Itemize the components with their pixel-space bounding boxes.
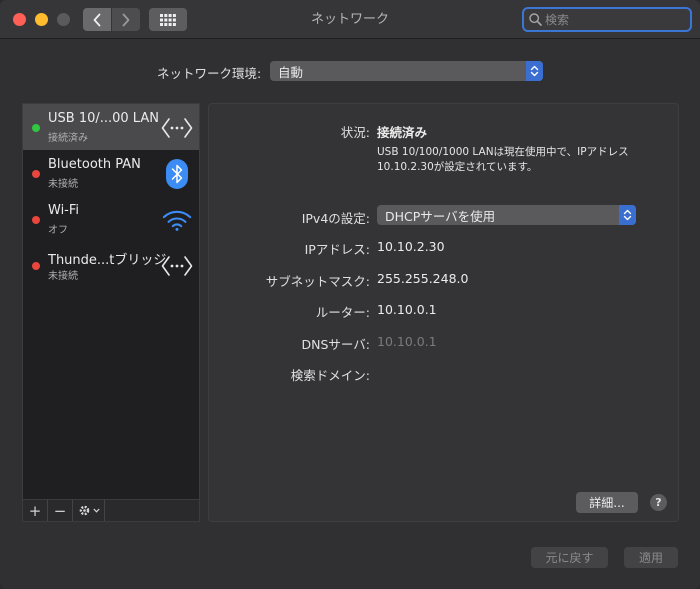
ip-address-label: IPアドレス: — [304, 242, 370, 257]
service-name: Thunde...tブリッジ — [48, 253, 167, 268]
show-all-button[interactable] — [149, 8, 187, 31]
search-icon — [529, 13, 542, 26]
ipv4-config-label: IPv4の設定: — [301, 211, 370, 226]
service-list-toolbar: + − — [22, 500, 200, 522]
minimize-window-button[interactable] — [35, 13, 48, 26]
service-item-usb-lan[interactable]: USB 10/...00 LAN 接続済み — [23, 104, 199, 150]
status-dot — [32, 170, 40, 178]
service-name: Bluetooth PAN — [48, 157, 141, 172]
chevron-down-icon — [92, 508, 100, 513]
service-status: オフ — [48, 225, 68, 236]
subnet-mask-label: サブネットマスク: — [265, 274, 370, 289]
subnet-mask-value: 255.255.248.0 — [377, 271, 469, 286]
service-name: Wi-Fi — [48, 203, 80, 218]
network-preferences-window: ネットワーク ネットワーク環境: 自動 USB 10/...00 LAN 接続済… — [0, 0, 700, 589]
dns-server-label: DNSサーバ: — [301, 337, 371, 352]
grid-icon — [160, 13, 176, 26]
status-label: 状況: — [340, 125, 370, 140]
service-name: USB 10/...00 LAN — [48, 111, 159, 126]
ipv4-config-value: DHCPサーバを使用 — [385, 208, 496, 224]
service-status: 未接続 — [48, 271, 78, 282]
status-description: USB 10/100/1000 LANは現在使用中で、IPアドレス10.10.2… — [377, 146, 629, 173]
ethernet-arrows-icon — [161, 251, 193, 281]
close-window-button[interactable] — [13, 13, 26, 26]
remove-service-button[interactable]: − — [48, 500, 73, 521]
service-status: 接続済み — [48, 133, 88, 144]
chevron-right-icon — [122, 13, 130, 26]
action-menu-button[interactable] — [73, 500, 105, 521]
updown-chevron-icon — [526, 61, 543, 81]
service-item-wifi[interactable]: Wi-Fi オフ — [23, 196, 199, 242]
router-value: 10.10.0.1 — [377, 302, 437, 317]
location-label: ネットワーク環境: — [157, 66, 262, 81]
apply-button[interactable]: 適用 — [624, 547, 678, 568]
service-status: 未接続 — [48, 179, 78, 190]
service-list: USB 10/...00 LAN 接続済み Bluetooth PAN 未接続 … — [22, 103, 200, 500]
search-domain-label: 検索ドメイン: — [290, 368, 370, 383]
location-popup[interactable]: 自動 — [270, 61, 543, 81]
zoom-window-button[interactable] — [57, 13, 70, 26]
revert-button[interactable]: 元に戻す — [531, 547, 608, 568]
ipv4-config-popup[interactable]: DHCPサーバを使用 — [377, 205, 636, 225]
back-button[interactable] — [83, 8, 111, 31]
status-value: 接続済み — [377, 125, 428, 140]
forward-button[interactable] — [112, 8, 140, 31]
add-service-button[interactable]: + — [23, 500, 48, 521]
status-dot — [32, 124, 40, 132]
gear-icon — [79, 505, 89, 516]
location-value: 自動 — [278, 64, 304, 80]
search-input[interactable] — [545, 12, 685, 27]
title-bar: ネットワーク — [0, 0, 700, 39]
bluetooth-icon — [161, 159, 193, 189]
search-field[interactable] — [522, 7, 692, 32]
router-label: ルーター: — [315, 305, 370, 320]
help-button[interactable]: ? — [650, 494, 667, 511]
updown-chevron-icon — [619, 205, 636, 225]
chevron-left-icon — [93, 13, 101, 26]
service-item-bluetooth-pan[interactable]: Bluetooth PAN 未接続 — [23, 150, 199, 196]
advanced-button[interactable]: 詳細... — [576, 492, 638, 513]
status-dot — [32, 262, 40, 270]
status-dot — [32, 216, 40, 224]
dns-server-value: 10.10.0.1 — [377, 334, 437, 349]
wifi-icon — [161, 205, 193, 235]
ip-address-value: 10.10.2.30 — [377, 239, 445, 254]
service-item-thunderbolt-bridge[interactable]: Thunde...tブリッジ 未接続 — [23, 242, 199, 288]
ethernet-arrows-icon — [161, 113, 193, 143]
